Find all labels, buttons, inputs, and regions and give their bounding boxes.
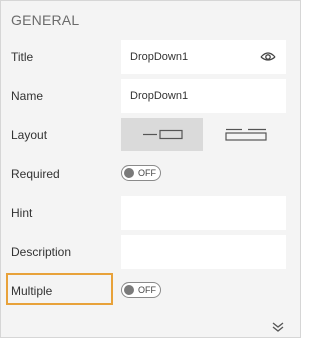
name-label: Name (11, 89, 44, 103)
hint-field[interactable] (121, 196, 286, 230)
layout-option-inline[interactable] (121, 118, 203, 151)
layout-option-stacked[interactable] (204, 118, 286, 151)
double-chevron-down-icon[interactable] (272, 322, 284, 332)
description-field[interactable] (121, 235, 286, 269)
eye-icon[interactable] (260, 51, 276, 62)
multiple-toggle[interactable]: OFF (121, 282, 161, 298)
layout-stacked-icon (225, 128, 267, 141)
section-title: GENERAL (11, 12, 80, 28)
title-value: DropDown1 (130, 51, 189, 63)
title-field[interactable]: DropDown1 (121, 40, 286, 74)
hint-label: Hint (11, 206, 33, 220)
name-value: DropDown1 (130, 90, 189, 102)
toggle-knob (124, 285, 134, 295)
properties-panel: GENERAL Title DropDown1 Name DropDown1 L… (0, 0, 301, 338)
required-toggle-text: OFF (138, 168, 156, 178)
multiple-label: Multiple (11, 284, 53, 298)
layout-inline-icon (143, 129, 183, 140)
name-field[interactable]: DropDown1 (121, 79, 286, 113)
title-label: Title (11, 50, 34, 64)
required-toggle[interactable]: OFF (121, 165, 161, 181)
layout-label: Layout (11, 128, 48, 142)
toggle-knob (124, 168, 134, 178)
required-label: Required (11, 167, 60, 181)
multiple-toggle-text: OFF (138, 285, 156, 295)
description-label: Description (11, 245, 72, 259)
